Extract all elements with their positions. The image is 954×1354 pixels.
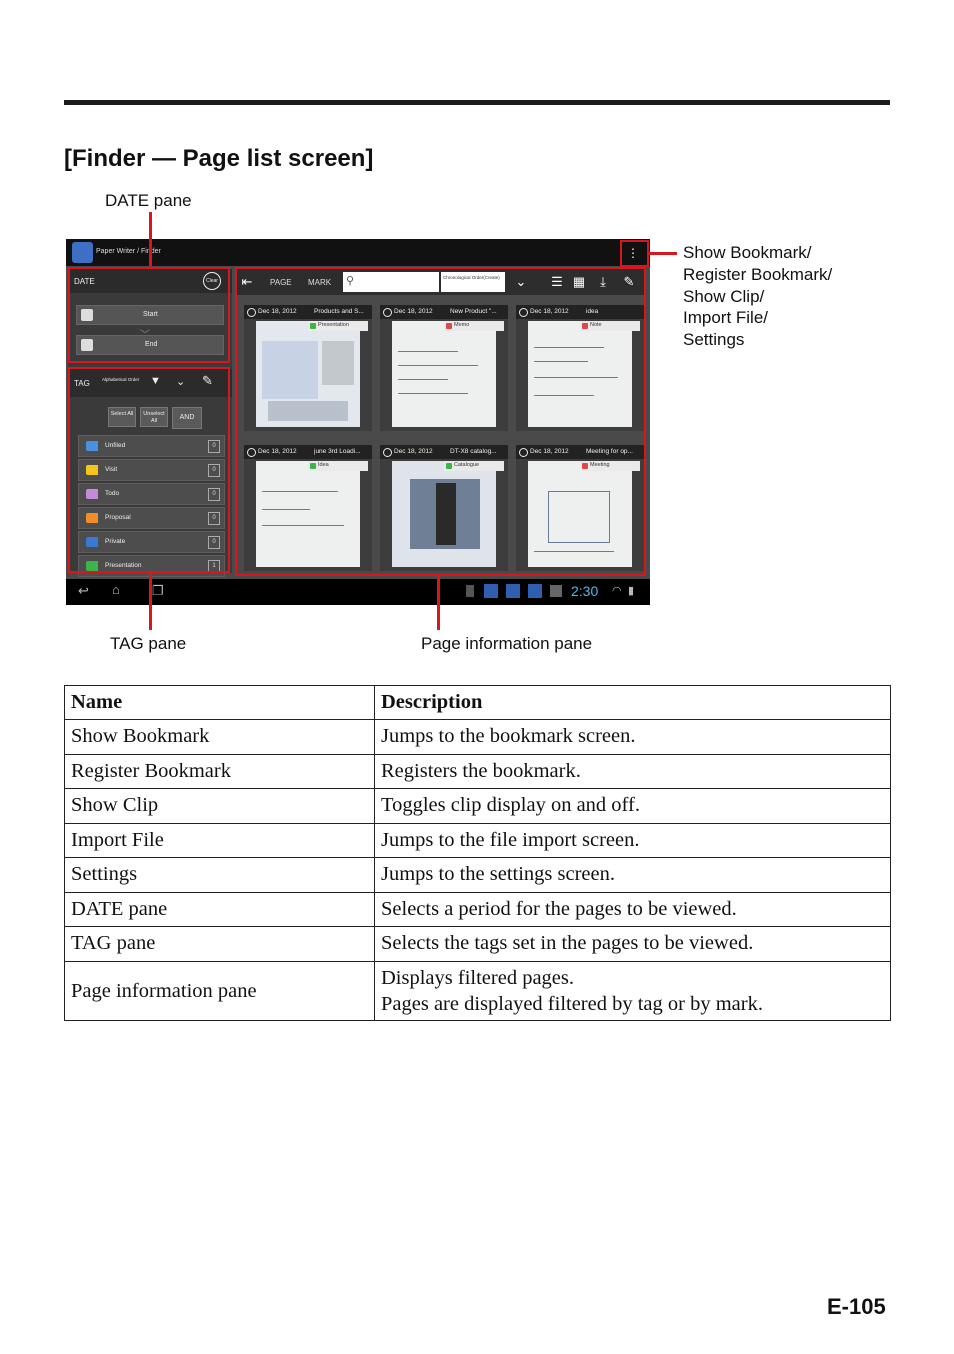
notification-icon bbox=[484, 584, 498, 598]
table-row: Page information pane Displays filtered … bbox=[64, 960, 891, 1021]
row-description: Toggles clip display on and off. bbox=[374, 788, 891, 824]
leader-line bbox=[649, 252, 677, 255]
callout-menu-line: Settings bbox=[683, 330, 745, 350]
table-row: Settings Jumps to the settings screen. bbox=[64, 857, 891, 893]
leader-line bbox=[149, 212, 152, 267]
callout-menu-line: Register Bookmark/ bbox=[683, 264, 833, 284]
screenshot-icon bbox=[550, 585, 562, 597]
row-description: Selects the tags set in the pages to be … bbox=[374, 926, 891, 962]
recent-apps-icon[interactable]: ❐ bbox=[152, 583, 164, 599]
table-header-row: Name Description bbox=[64, 685, 891, 720]
callout-menu-line: Show Bookmark/ bbox=[683, 243, 812, 262]
row-description-line: Pages are displayed filtered by tag or b… bbox=[381, 992, 763, 1015]
row-description: Jumps to the bookmark screen. bbox=[374, 719, 891, 755]
title-bar: Paper Writer / Finder ⋮ bbox=[66, 239, 650, 266]
page-info-pane-highlight bbox=[235, 267, 646, 576]
notification-icon bbox=[528, 584, 542, 598]
table-row: Show Bookmark Jumps to the bookmark scre… bbox=[64, 719, 891, 755]
system-nav-bar: ↩ ⌂ ❐ 2:30 ◠ ▮ bbox=[66, 579, 650, 605]
header-name: Name bbox=[64, 685, 375, 720]
tag-pane-highlight bbox=[68, 367, 230, 573]
table-row: TAG pane Selects the tags set in the pag… bbox=[64, 926, 891, 962]
row-name: Page information pane bbox=[64, 960, 375, 1021]
notification-icon bbox=[506, 584, 520, 598]
row-description: Jumps to the file import screen. bbox=[374, 822, 891, 858]
table-row: Show Clip Toggles clip display on and of… bbox=[64, 788, 891, 824]
status-clock: 2:30 bbox=[571, 583, 599, 599]
row-name: Settings bbox=[64, 857, 375, 893]
notification-icon bbox=[466, 585, 474, 597]
leader-line bbox=[437, 576, 440, 630]
date-pane-highlight bbox=[68, 267, 230, 363]
callout-menu-line: Import File/ bbox=[683, 308, 769, 328]
callout-date-pane: DATE pane bbox=[105, 191, 192, 210]
callout-menu: Show Bookmark/ Register Bookmark/ Show C… bbox=[683, 242, 832, 351]
row-name: TAG pane bbox=[64, 926, 375, 962]
row-name: DATE pane bbox=[64, 891, 375, 927]
description-table: Name Description Show Bookmark Jumps to … bbox=[64, 685, 891, 1021]
row-name: Show Clip bbox=[64, 788, 375, 824]
row-description: Registers the bookmark. bbox=[374, 753, 891, 789]
callout-menu-line: Show Clip/ bbox=[683, 286, 765, 306]
table-row: Import File Jumps to the file import scr… bbox=[64, 822, 891, 858]
menu-highlight bbox=[620, 240, 649, 267]
page-number: E-105 bbox=[827, 1294, 886, 1319]
row-description: Jumps to the settings screen. bbox=[374, 857, 891, 893]
top-rule bbox=[64, 100, 890, 105]
row-description: Displays filtered pages. Pages are displ… bbox=[374, 960, 891, 1021]
callout-tag-pane: TAG pane bbox=[110, 634, 187, 653]
row-name: Show Bookmark bbox=[64, 719, 375, 755]
section-heading: [Finder — Page list screen] bbox=[64, 145, 374, 172]
battery-icon: ▮ bbox=[628, 585, 635, 597]
table-row: DATE pane Selects a period for the pages… bbox=[64, 891, 891, 927]
back-icon[interactable]: ↩ bbox=[78, 583, 89, 599]
home-icon[interactable]: ⌂ bbox=[112, 582, 120, 597]
wifi-icon: ◠ bbox=[612, 585, 622, 597]
leader-line bbox=[149, 573, 152, 630]
row-name: Import File bbox=[64, 822, 375, 858]
table-row: Register Bookmark Registers the bookmark… bbox=[64, 753, 891, 789]
app-logo-icon bbox=[72, 242, 93, 263]
header-description: Description bbox=[374, 685, 891, 720]
row-description: Selects a period for the pages to be vie… bbox=[374, 891, 891, 927]
callout-page-info-pane: Page information pane bbox=[421, 634, 593, 653]
row-name: Register Bookmark bbox=[64, 753, 375, 789]
row-description-line: Displays filtered pages. bbox=[381, 966, 574, 989]
